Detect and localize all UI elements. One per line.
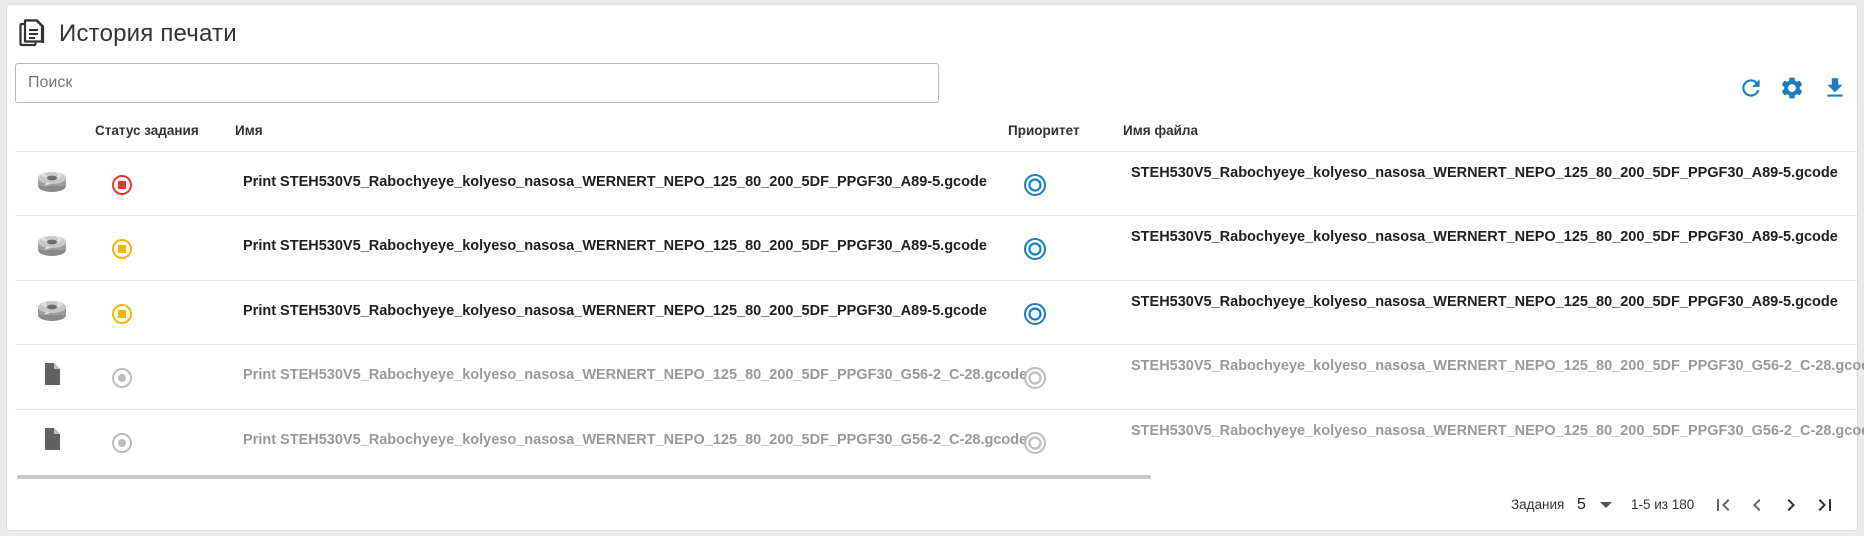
status-inactive-icon [111, 367, 133, 389]
status-inactive-icon [111, 432, 133, 454]
job-name[interactable]: Print STEH530V5_Rabochyeye_kolyeso_nasos… [243, 174, 987, 190]
page-header: История печати [19, 17, 237, 51]
previous-page-icon[interactable] [1745, 493, 1769, 517]
priority-icon [1023, 173, 1047, 197]
priority-icon [1023, 302, 1047, 326]
table-row[interactable]: Print STEH530V5_Rabochyeye_kolyeso_nasos… [15, 151, 1859, 216]
status-stopped-icon [111, 174, 133, 196]
column-header-filename[interactable]: Имя файла [1123, 123, 1198, 138]
pagination-range: 1-5 из 180 [1631, 497, 1695, 512]
part-thumbnail-icon [35, 168, 69, 196]
file-name: STEH530V5_Rabochyeye_kolyeso_nasosa_WERN… [1131, 423, 1864, 439]
horizontal-scrollbar[interactable] [17, 475, 1151, 479]
file-name: STEH530V5_Rabochyeye_kolyeso_nasosa_WERN… [1131, 358, 1864, 374]
refresh-icon[interactable] [1738, 75, 1764, 101]
rows-per-page-value: 5 [1577, 496, 1586, 513]
gear-icon[interactable] [1779, 75, 1805, 101]
search-input[interactable] [15, 63, 939, 103]
file-icon [35, 361, 69, 389]
document-copy-icon [19, 19, 45, 49]
page-title: История печати [59, 20, 237, 47]
job-name[interactable]: Print STEH530V5_Rabochyeye_kolyeso_nasos… [243, 238, 987, 254]
file-icon [35, 426, 69, 454]
table-row[interactable]: Print STEH530V5_Rabochyeye_kolyeso_nasos… [15, 215, 1859, 280]
part-thumbnail-icon [35, 297, 69, 325]
first-page-icon[interactable] [1711, 493, 1735, 517]
file-name: STEH530V5_Rabochyeye_kolyeso_nasosa_WERN… [1131, 229, 1838, 245]
status-paused-icon [111, 238, 133, 260]
column-header-status[interactable]: Статус задания [95, 123, 199, 138]
table-row[interactable]: Print STEH530V5_Rabochyeye_kolyeso_nasos… [15, 344, 1864, 409]
column-header-priority[interactable]: Приоритет [1008, 123, 1080, 138]
chevron-down-icon [1599, 502, 1612, 508]
file-name: STEH530V5_Rabochyeye_kolyeso_nasosa_WERN… [1131, 294, 1838, 310]
next-page-icon[interactable] [1779, 493, 1803, 517]
job-name[interactable]: Print STEH530V5_Rabochyeye_kolyeso_nasos… [243, 367, 1027, 383]
part-thumbnail-icon [35, 232, 69, 260]
column-header-name[interactable]: Имя [235, 123, 263, 138]
status-paused-icon [111, 303, 133, 325]
table-row[interactable]: Print STEH530V5_Rabochyeye_kolyeso_nasos… [15, 409, 1864, 474]
print-history-card: История печати Статус задания Имя Приори… [6, 4, 1864, 531]
rows-per-page-label: Задания [1511, 497, 1565, 512]
priority-icon [1023, 237, 1047, 261]
rows-per-page-select[interactable]: 5 [1577, 489, 1612, 521]
job-name[interactable]: Print STEH530V5_Rabochyeye_kolyeso_nasos… [243, 303, 987, 319]
priority-icon [1023, 366, 1047, 390]
priority-icon [1023, 431, 1047, 455]
table-row[interactable]: Print STEH530V5_Rabochyeye_kolyeso_nasos… [15, 280, 1859, 345]
job-name[interactable]: Print STEH530V5_Rabochyeye_kolyeso_nasos… [243, 432, 1027, 448]
download-icon[interactable] [1822, 75, 1848, 101]
last-page-icon[interactable] [1813, 493, 1837, 517]
file-name: STEH530V5_Rabochyeye_kolyeso_nasosa_WERN… [1131, 165, 1838, 181]
